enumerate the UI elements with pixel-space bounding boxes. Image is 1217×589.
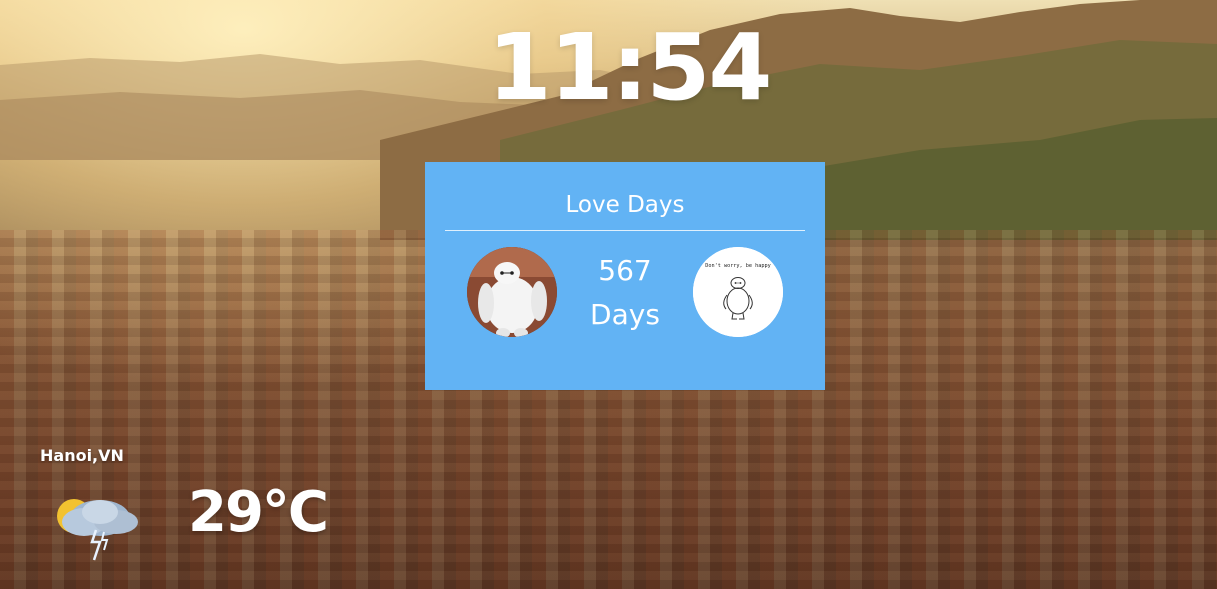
right-avatar[interactable]: Don't worry, be happy — [693, 247, 783, 337]
left-avatar[interactable] — [467, 247, 557, 337]
weather-location: Hanoi,VN — [40, 446, 124, 465]
baymax-icon — [467, 247, 557, 337]
love-days-card: Love Days 567 Days Don't worry, be happy — [425, 162, 825, 390]
baymax-sketch-icon: Don't worry, be happy — [693, 247, 783, 337]
weather-temperature: 29°C — [188, 480, 329, 545]
days-count: 567 — [598, 254, 652, 287]
clock-time: 11:54 — [487, 14, 773, 121]
avatar-caption: Don't worry, be happy — [705, 263, 771, 269]
thunderstorm-icon — [57, 499, 138, 561]
days-unit: Days — [590, 298, 660, 331]
card-divider — [445, 230, 805, 231]
card-title: Love Days — [565, 192, 685, 218]
